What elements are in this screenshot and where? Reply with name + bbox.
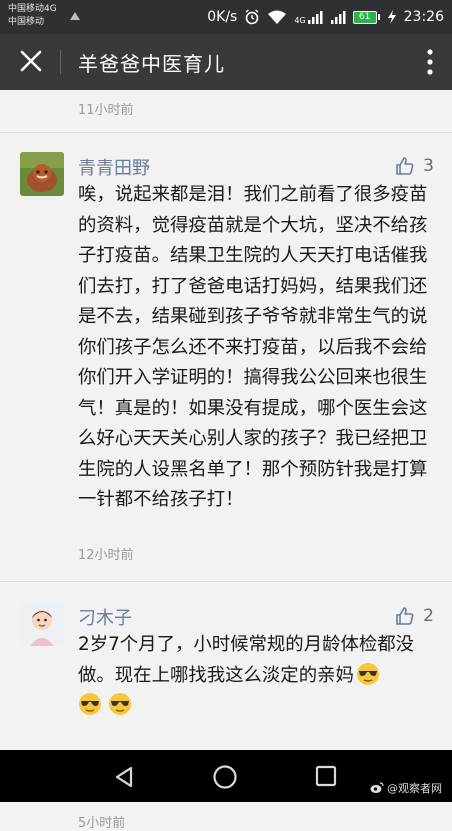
avatar-image — [20, 152, 64, 196]
comment-divider — [0, 132, 452, 133]
like-count: 3 — [423, 156, 434, 176]
more-button[interactable] — [422, 46, 438, 78]
recent-apps-button[interactable] — [314, 764, 338, 792]
wifi-icon — [268, 10, 287, 24]
alarm-icon — [245, 9, 259, 25]
close-button[interactable] — [16, 48, 46, 76]
charging-icon — [387, 10, 396, 24]
status-right: 0K/s 4G 61 23:26 — [207, 7, 444, 27]
back-button[interactable] — [112, 764, 138, 794]
comment-time: 5小时前 — [78, 816, 126, 831]
signal-icon-2 — [330, 11, 346, 24]
sunglasses-emoji-icon — [356, 662, 379, 685]
username[interactable]: 青青田野 — [78, 154, 150, 180]
carrier-2: 中国移动 — [8, 17, 45, 27]
comment-list: 11小时前 青青田野 3 唉，说起来都是泪！我们之前看了很多疫苗的资料，觉得疫苗… — [0, 90, 452, 831]
signal-group: 4G — [294, 9, 323, 25]
notification-icon — [70, 12, 80, 20]
watermark-text: @观察者网 — [387, 782, 442, 795]
weibo-logo-icon — [370, 782, 384, 793]
more-vertical-icon — [427, 49, 433, 75]
battery-icon: 61 — [352, 10, 380, 24]
home-button[interactable] — [212, 764, 238, 794]
username[interactable]: 刁木子 — [78, 604, 132, 630]
like-button[interactable]: 2 — [395, 606, 434, 626]
avatar-image — [20, 602, 64, 646]
comment-time: 12小时前 — [78, 548, 134, 563]
comment-text: 2岁7个月了，小时候常规的月龄体检都没做。现在上哪找我这么淡定的亲妈 — [78, 630, 428, 722]
system-nav-bar: @观察者网 — [0, 750, 452, 802]
thumbs-up-icon — [396, 607, 414, 625]
carrier-info: 中国移动4G 中国移动 — [8, 3, 57, 29]
close-icon — [20, 50, 42, 72]
sunglasses-emoji-icon — [79, 693, 101, 715]
comment-divider — [0, 581, 452, 582]
like-button[interactable]: 3 — [395, 156, 434, 176]
network-type: 4G — [294, 16, 306, 25]
comment-text: 唉，说起来都是泪！我们之前看了很多疫苗的资料，觉得疫苗就是个大坑，坚决不给孩子打… — [78, 184, 428, 510]
carrier-1: 中国移动4G — [8, 4, 57, 14]
back-triangle-icon — [115, 766, 133, 788]
thumbs-up-icon — [396, 157, 414, 175]
signal-icon-1 — [307, 11, 323, 24]
like-count: 2 — [423, 606, 434, 626]
status-bar: 中国移动4G 中国移动 0K/s 4G 61 23:26 — [0, 0, 452, 34]
avatar[interactable] — [20, 152, 64, 196]
app-bar: 羊爸爸中医育儿 — [0, 34, 452, 90]
recent-square-icon — [315, 765, 337, 787]
clock: 23:26 — [403, 9, 444, 25]
comment-time: 11小时前 — [78, 103, 134, 118]
page-title: 羊爸爸中医育儿 — [78, 52, 225, 76]
home-circle-icon — [213, 765, 237, 789]
network-speed: 0K/s — [207, 9, 238, 25]
sunglasses-emoji-icon — [108, 693, 131, 715]
app-bar-divider — [60, 50, 61, 74]
battery-level: 61 — [352, 10, 377, 24]
watermark: @观察者网 — [370, 780, 442, 796]
avatar[interactable] — [20, 602, 64, 646]
